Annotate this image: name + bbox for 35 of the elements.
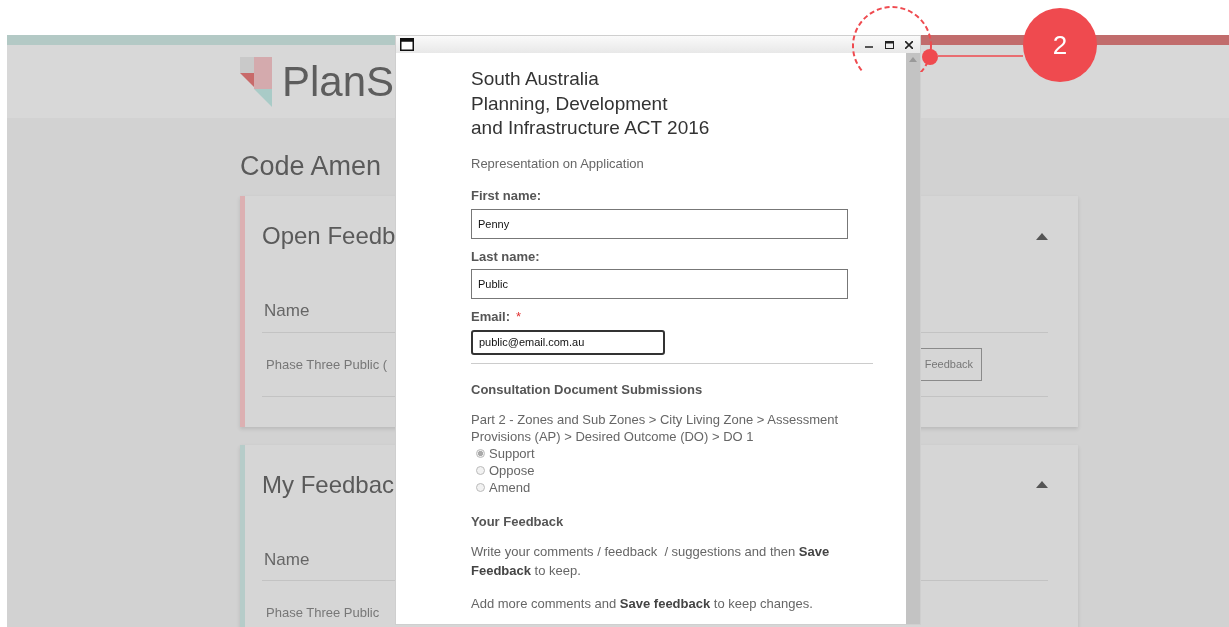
section-title: Your Feedback — [471, 513, 565, 531]
form-title: and Infrastructure ACT 2016 — [471, 116, 711, 140]
radio-label: Oppose — [489, 462, 535, 479]
field-label: First name: — [471, 188, 542, 203]
table-cell-text: Phase Three Public — [265, 604, 380, 623]
maximize-icon — [884, 40, 894, 49]
logo-text: PlanS — [282, 60, 395, 103]
radio-label: Amend — [489, 479, 531, 496]
form-title: Planning, Development — [471, 91, 669, 116]
radio-button[interactable] — [476, 449, 485, 458]
scrollbar[interactable] — [906, 53, 920, 624]
caret-up-icon[interactable] — [1036, 481, 1048, 489]
logo-icon — [240, 56, 274, 107]
form-subtitle: Representation on Application — [471, 154, 645, 173]
input-field[interactable]: public@email.com.au — [471, 329, 665, 355]
required-mark: * — [516, 309, 522, 324]
card-title: Open Feedb — [262, 221, 396, 252]
page-title: Code Amen — [240, 150, 382, 183]
radio-button[interactable] — [476, 466, 485, 475]
field-label: Last name: — [471, 248, 540, 264]
table-cell-text: Phase Three Public ( — [265, 355, 388, 374]
close-icon — [905, 40, 913, 49]
card-title: My Feedbac — [262, 469, 395, 500]
radio-button[interactable] — [476, 483, 485, 492]
input-field[interactable]: Penny — [471, 208, 848, 239]
radio-label: Support — [489, 445, 535, 462]
window-icon — [400, 38, 414, 51]
caret-up-icon[interactable] — [1036, 232, 1048, 240]
breadcrumb-text: Part 2 - Zones and Sub Zones > City Living Zone > Assessment Provisions (AP) > Desired Outcome (DO) > DO 1 — [471, 411, 840, 445]
section-title: Consultation Document Submissions — [471, 380, 704, 399]
form-title: South Australia — [471, 67, 600, 91]
input-field[interactable]: Public — [471, 269, 848, 299]
callout-number: 2 — [1023, 8, 1097, 82]
instruction-text: Add more comments and Save feedback to keep changes. — [471, 594, 814, 613]
field-label: Email: — [471, 309, 510, 324]
